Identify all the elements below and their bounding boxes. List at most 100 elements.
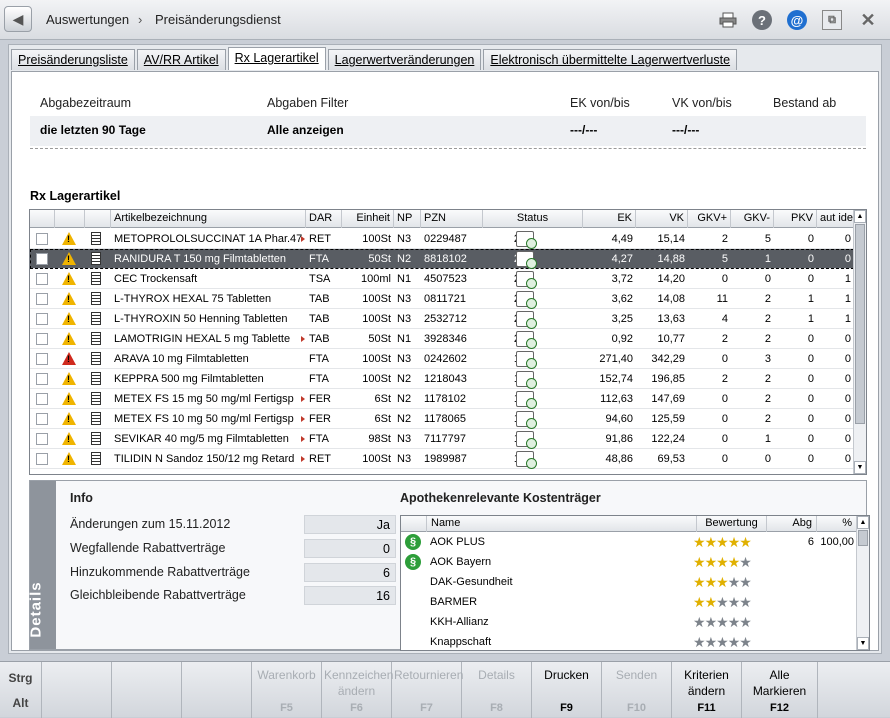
document-icon[interactable]: [91, 452, 101, 465]
row-checkbox[interactable]: [36, 233, 48, 245]
table-row[interactable]: TILIDIN N Sandoz 150/12 mg Retard RET 100S…: [30, 449, 854, 469]
help-icon[interactable]: ?: [752, 10, 772, 30]
row-checkbox[interactable]: [36, 393, 48, 405]
table-row[interactable]: CEC TrockensaftTSA100mlN1450752323,7214,…: [30, 269, 854, 289]
kt-abg: [767, 572, 817, 592]
close-icon[interactable]: ✕: [858, 10, 878, 30]
document-icon[interactable]: [91, 292, 101, 305]
scroll-down-icon[interactable]: ▼: [854, 461, 866, 474]
col-pkv[interactable]: PKV: [774, 210, 817, 228]
kt-scroll-down-icon[interactable]: ▼: [857, 637, 869, 650]
table-row[interactable]: LAMOTRIGIN HEXAL 5 mg Tablette TAB 50St N1 3…: [30, 329, 854, 349]
col-artikelbezeichnung[interactable]: Artikelbezeichnung: [111, 210, 306, 228]
col-einheit[interactable]: Einheit: [342, 210, 394, 228]
article-table[interactable]: Artikelbezeichnung DAR Einheit NP PZN Status E…: [29, 209, 867, 475]
col-gkv-plus[interactable]: GKV+: [688, 210, 731, 228]
tab-lagerwertveraenderungen[interactable]: Lagerwertveränderungen: [327, 49, 482, 70]
document-icon[interactable]: [91, 372, 101, 385]
row-checkbox[interactable]: [36, 433, 48, 445]
document-icon[interactable]: [91, 412, 101, 425]
document-icon[interactable]: [91, 312, 101, 325]
cell-einheit: 100ml: [361, 273, 391, 285]
status-icon[interactable]: [516, 371, 537, 389]
fkey-f9[interactable]: Drucken F9: [532, 662, 602, 718]
filter-summary[interactable]: Abgabezeitraum Abgaben Filter EK von/bis…: [30, 90, 866, 170]
row-checkbox[interactable]: [36, 353, 48, 365]
table-row[interactable]: L-THYROX HEXAL 75 Tabletten TAB 100St N3 081…: [30, 289, 854, 309]
kt-scroll-thumb[interactable]: [858, 530, 868, 546]
email-icon[interactable]: @: [787, 10, 807, 30]
col-aut-idem[interactable]: aut idem: [817, 210, 854, 228]
document-icon[interactable]: [91, 232, 101, 245]
back-button[interactable]: ◀: [4, 6, 32, 32]
fkey-f11[interactable]: Kriterien ändern F11: [672, 662, 742, 718]
table-row[interactable]: RANIDURA T 150 mg Filmtabletten FTA 50St N2…: [30, 249, 854, 269]
status-icon[interactable]: [516, 411, 537, 429]
kostentraeger-row[interactable]: § AOK PLUS ★★★★★ 6 100,00: [401, 532, 857, 552]
row-checkbox[interactable]: [36, 373, 48, 385]
kt-scroll-up-icon[interactable]: ▲: [857, 516, 869, 529]
col-np[interactable]: NP: [394, 210, 421, 228]
kostentraeger-row[interactable]: § AOK Bayern ★★★★★: [401, 552, 857, 572]
document-icon[interactable]: [91, 392, 101, 405]
col-status[interactable]: Status: [483, 210, 583, 228]
document-icon[interactable]: [91, 352, 101, 365]
status-icon[interactable]: [516, 331, 537, 349]
document-icon[interactable]: [91, 252, 101, 265]
kostentraeger-row[interactable]: DAK-Gesundheit ★★★★★: [401, 572, 857, 592]
table-row[interactable]: METEX FS 10 mg 50 mg/ml Fertigsp FER 6St N2…: [30, 409, 854, 429]
status-icon[interactable]: [516, 451, 537, 469]
status-icon[interactable]: [516, 431, 537, 449]
scroll-up-icon[interactable]: ▲: [854, 210, 866, 223]
modifier-keys[interactable]: Strg Alt: [0, 662, 42, 718]
tab-avrr-artikel[interactable]: AV/RR Artikel: [136, 49, 226, 70]
table-row[interactable]: METEX FS 15 mg 50 mg/ml Fertigsp FER 6St N2…: [30, 389, 854, 409]
kostentraeger-scrollbar[interactable]: ▲ ▼: [856, 516, 869, 650]
status-icon[interactable]: [516, 351, 537, 369]
document-icon[interactable]: [91, 272, 101, 285]
status-icon[interactable]: [516, 271, 537, 289]
document-icon[interactable]: [91, 432, 101, 445]
status-icon[interactable]: [516, 291, 537, 309]
status-icon[interactable]: [516, 391, 537, 409]
window-icon[interactable]: ⧉: [822, 10, 842, 30]
tab-rx-lagerartikel[interactable]: Rx Lagerartikel: [227, 47, 326, 70]
col-ek[interactable]: EK: [583, 210, 636, 228]
kt-col-bewertung[interactable]: Bewertung: [697, 516, 767, 532]
table-row[interactable]: ARAVA 10 mg Filmtabletten FTA 100St N3 02426…: [30, 349, 854, 369]
tab-preisaenderungsliste[interactable]: Preisänderungsliste: [11, 49, 135, 70]
row-checkbox[interactable]: [36, 333, 48, 345]
table-row[interactable]: KEPPRA 500 mg Filmtabletten FTA 100St N2 121…: [30, 369, 854, 389]
col-vk[interactable]: VK: [636, 210, 688, 228]
kostentraeger-row[interactable]: Knappschaft ★★★★★: [401, 632, 857, 650]
table-row[interactable]: L-THYROXIN 50 Henning Tabletten TAB 100St N…: [30, 309, 854, 329]
tab-lagerwertverluste[interactable]: Elektronisch übermittelte Lagerwertverlu…: [483, 49, 738, 70]
kt-col-pct[interactable]: %: [817, 516, 857, 532]
fkey-f12[interactable]: Alle Markieren F12: [742, 662, 818, 718]
row-checkbox[interactable]: [36, 313, 48, 325]
kostentraeger-row[interactable]: KKH-Allianz ★★★★★: [401, 612, 857, 632]
document-icon[interactable]: [91, 332, 101, 345]
table-row[interactable]: SEVIKAR 40 mg/5 mg Filmtabletten FTA 98St N…: [30, 429, 854, 449]
status-icon[interactable]: [516, 311, 537, 329]
kt-col-abg[interactable]: Abg: [767, 516, 817, 532]
row-checkbox[interactable]: [36, 253, 48, 265]
table-scrollbar[interactable]: ▲ ▼: [853, 210, 866, 474]
row-checkbox[interactable]: [36, 293, 48, 305]
table-row[interactable]: METOPROLOLSUCCINAT 1A Phar.47 RET 100St N3 0…: [30, 229, 854, 249]
cell-vk: 10,77: [657, 333, 685, 345]
row-checkbox[interactable]: [36, 413, 48, 425]
kt-col-name[interactable]: Name: [427, 516, 697, 532]
row-checkbox[interactable]: [36, 273, 48, 285]
row-checkbox[interactable]: [36, 453, 48, 465]
kostentraeger-table[interactable]: Name Bewertung Abg % § AOK PLUS ★★★★★ 6 100,…: [400, 515, 870, 651]
status-icon[interactable]: [516, 251, 537, 269]
col-gkv-minus[interactable]: GKV-: [731, 210, 774, 228]
breadcrumb-auswertungen[interactable]: Auswertungen: [46, 12, 129, 27]
status-icon[interactable]: [516, 231, 537, 249]
printer-icon[interactable]: [718, 10, 738, 30]
col-dar[interactable]: DAR: [306, 210, 342, 228]
kostentraeger-row[interactable]: BARMER ★★★★★: [401, 592, 857, 612]
col-pzn[interactable]: PZN: [421, 210, 483, 228]
scroll-thumb[interactable]: [855, 224, 865, 424]
